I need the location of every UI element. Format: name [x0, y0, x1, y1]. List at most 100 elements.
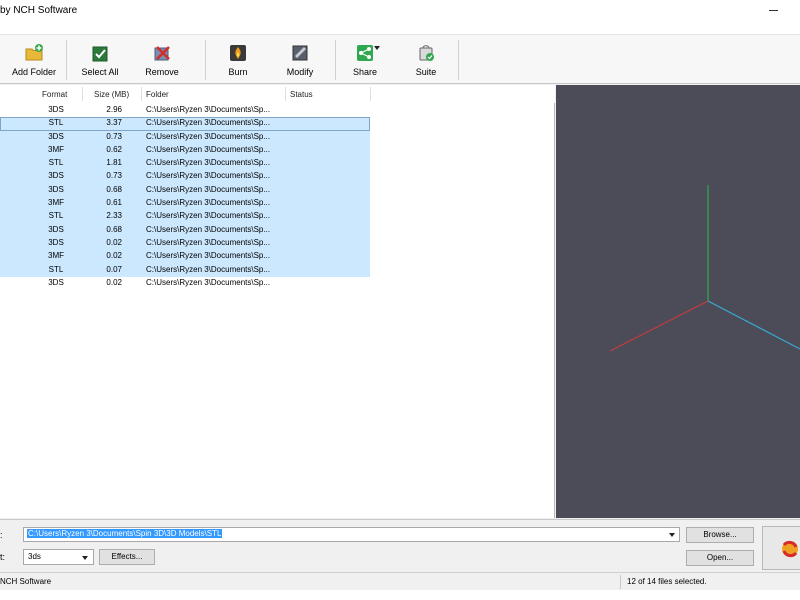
- modify-icon: [292, 45, 308, 61]
- cell-folder: C:\Users\Ryzen 3\Documents\Sp...: [146, 184, 271, 194]
- cell-folder: C:\Users\Ryzen 3\Documents\Sp...: [146, 144, 271, 154]
- cell-format: 3MF: [48, 144, 64, 154]
- table-row[interactable]: 3DS 0.73 C:\Users\Ryzen 3\Documents\Sp...: [0, 170, 555, 184]
- table-row[interactable]: 3DS 0.73 C:\Users\Ryzen 3\Documents\Sp...: [0, 130, 555, 144]
- convert-icon: [782, 540, 798, 558]
- table-row[interactable]: STL 2.33 C:\Users\Ryzen 3\Documents\Sp...: [0, 210, 555, 224]
- burn-icon: [230, 45, 246, 61]
- title-bar: by NCH Software: [0, 0, 800, 34]
- cell-format: STL: [48, 158, 64, 168]
- output-folder-field[interactable]: C:\Users\Ryzen 3\Documents\Spin 3D\3D Mo…: [23, 527, 680, 542]
- cell-folder: C:\Users\Ryzen 3\Documents\Sp...: [146, 251, 271, 261]
- cell-folder: C:\Users\Ryzen 3\Documents\Sp...: [146, 211, 271, 221]
- cell-format: STL: [48, 211, 64, 221]
- remove-button[interactable]: Remove: [138, 43, 186, 83]
- column-header-format[interactable]: Format: [42, 90, 67, 99]
- cell-format: 3DS: [48, 277, 64, 287]
- column-divider[interactable]: [82, 87, 83, 101]
- toolbar-divider: [335, 40, 336, 80]
- column-divider[interactable]: [141, 87, 142, 101]
- cell-folder: C:\Users\Ryzen 3\Documents\Sp...: [146, 264, 271, 274]
- cell-folder: C:\Users\Ryzen 3\Documents\Sp...: [146, 118, 271, 128]
- column-divider[interactable]: [370, 87, 371, 101]
- share-dropdown-arrow[interactable]: [374, 46, 380, 50]
- selection-count: 12 of 14 files selected.: [627, 577, 707, 586]
- output-format-label: t:: [0, 552, 6, 562]
- cell-size: 0.02: [106, 237, 122, 247]
- table-row[interactable]: 3MF 0.02 C:\Users\Ryzen 3\Documents\Sp...: [0, 250, 555, 264]
- axis-gizmo: [609, 185, 800, 352]
- column-header-size[interactable]: Size (MB): [94, 90, 129, 99]
- status-bar: NCH Software 12 of 14 files selected.: [0, 572, 800, 590]
- table-row[interactable]: STL 1.81 C:\Users\Ryzen 3\Documents\Sp...: [0, 157, 555, 171]
- cell-format: 3DS: [48, 131, 64, 141]
- table-row[interactable]: STL 0.07 C:\Users\Ryzen 3\Documents\Sp...: [0, 263, 555, 277]
- output-format-select[interactable]: 3ds: [23, 549, 94, 565]
- table-row[interactable]: 3DS 0.68 C:\Users\Ryzen 3\Documents\Sp...: [0, 223, 555, 237]
- column-header-folder[interactable]: Folder: [146, 90, 169, 99]
- add-folder-icon: [25, 44, 43, 61]
- file-list[interactable]: Format Size (MB) Folder Status 3DS 2.96 C:…: [0, 85, 555, 518]
- toolbar-divider: [458, 40, 459, 80]
- table-row[interactable]: 3DS 0.02 C:\Users\Ryzen 3\Documents\Sp...: [0, 236, 555, 251]
- suite-label: Suite: [415, 67, 437, 77]
- select-all-button[interactable]: Select All: [76, 43, 124, 83]
- convert-button[interactable]: [762, 526, 800, 570]
- cell-size: 0.02: [106, 277, 122, 287]
- chevron-down-icon[interactable]: [669, 533, 675, 537]
- remove-icon: [154, 46, 170, 61]
- cell-format: 3DS: [48, 105, 64, 114]
- table-row[interactable]: 3MF 0.62 C:\Users\Ryzen 3\Documents\Sp...: [0, 143, 555, 158]
- modify-label: Modify: [286, 67, 314, 77]
- output-format-value: 3ds: [28, 552, 41, 561]
- cell-size: 1.81: [106, 158, 122, 168]
- cell-format: 3DS: [48, 224, 64, 234]
- table-row[interactable]: 3DS 0.02 C:\Users\Ryzen 3\Documents\Sp...: [0, 277, 555, 290]
- list-header: Format Size (MB) Folder Status: [0, 85, 555, 103]
- table-row[interactable]: STL 3.37 C:\Users\Ryzen 3\Documents\Sp...: [0, 117, 555, 131]
- table-row[interactable]: 3MF 0.61 C:\Users\Ryzen 3\Documents\Sp...: [0, 197, 555, 211]
- output-folder-label: :: [0, 530, 3, 540]
- cell-size: 3.37: [106, 118, 122, 128]
- file-rows: 3DS 2.96 C:\Users\Ryzen 3\Documents\Sp... S…: [0, 104, 555, 290]
- remove-label: Remove: [145, 67, 179, 77]
- burn-button[interactable]: Burn: [218, 43, 258, 83]
- cell-format: 3DS: [48, 184, 64, 194]
- open-button[interactable]: Open...: [686, 550, 754, 566]
- z-axis-line: [707, 300, 800, 350]
- cell-size: 0.73: [106, 131, 122, 141]
- column-divider[interactable]: [285, 87, 286, 101]
- cell-folder: C:\Users\Ryzen 3\Documents\Sp...: [146, 237, 271, 247]
- output-panel: : C:\Users\Ryzen 3\Documents\Spin 3D\3D …: [0, 519, 800, 571]
- table-row[interactable]: 3DS 0.68 C:\Users\Ryzen 3\Documents\Sp...: [0, 183, 555, 198]
- suite-button[interactable]: Suite: [406, 43, 446, 83]
- add-folder-button[interactable]: Add Folder: [6, 43, 62, 83]
- select-all-label: Select All: [81, 67, 119, 77]
- toolbar: Add Folder Select All Remove Burn Modify: [0, 34, 800, 97]
- cell-folder: C:\Users\Ryzen 3\Documents\Sp...: [146, 171, 271, 181]
- cell-size: 0.68: [106, 224, 122, 234]
- modify-button[interactable]: Modify: [278, 43, 322, 83]
- cell-size: 0.07: [106, 264, 122, 274]
- burn-label: Burn: [228, 67, 248, 77]
- cell-folder: C:\Users\Ryzen 3\Documents\Sp...: [146, 131, 271, 141]
- cell-size: 0.68: [106, 184, 122, 194]
- column-header-status[interactable]: Status: [290, 90, 313, 99]
- status-left: NCH Software: [0, 577, 52, 586]
- cell-size: 0.61: [106, 198, 122, 208]
- cell-size: 2.96: [106, 105, 122, 114]
- x-axis-line: [609, 300, 709, 352]
- cell-format: STL: [48, 118, 64, 128]
- cell-size: 0.02: [106, 251, 122, 261]
- minimize-button[interactable]: [769, 10, 778, 11]
- chevron-down-icon[interactable]: [82, 556, 88, 560]
- cell-size: 2.33: [106, 211, 122, 221]
- cell-folder: C:\Users\Ryzen 3\Documents\Sp...: [146, 158, 271, 168]
- output-folder-path[interactable]: C:\Users\Ryzen 3\Documents\Spin 3D\3D Mo…: [27, 529, 223, 538]
- browse-button[interactable]: Browse...: [686, 527, 754, 543]
- cell-format: 3MF: [48, 198, 64, 208]
- table-row[interactable]: 3DS 2.96 C:\Users\Ryzen 3\Documents\Sp...: [0, 104, 555, 117]
- model-preview[interactable]: [556, 85, 800, 518]
- share-icon: [357, 45, 373, 61]
- effects-button[interactable]: Effects...: [99, 549, 155, 565]
